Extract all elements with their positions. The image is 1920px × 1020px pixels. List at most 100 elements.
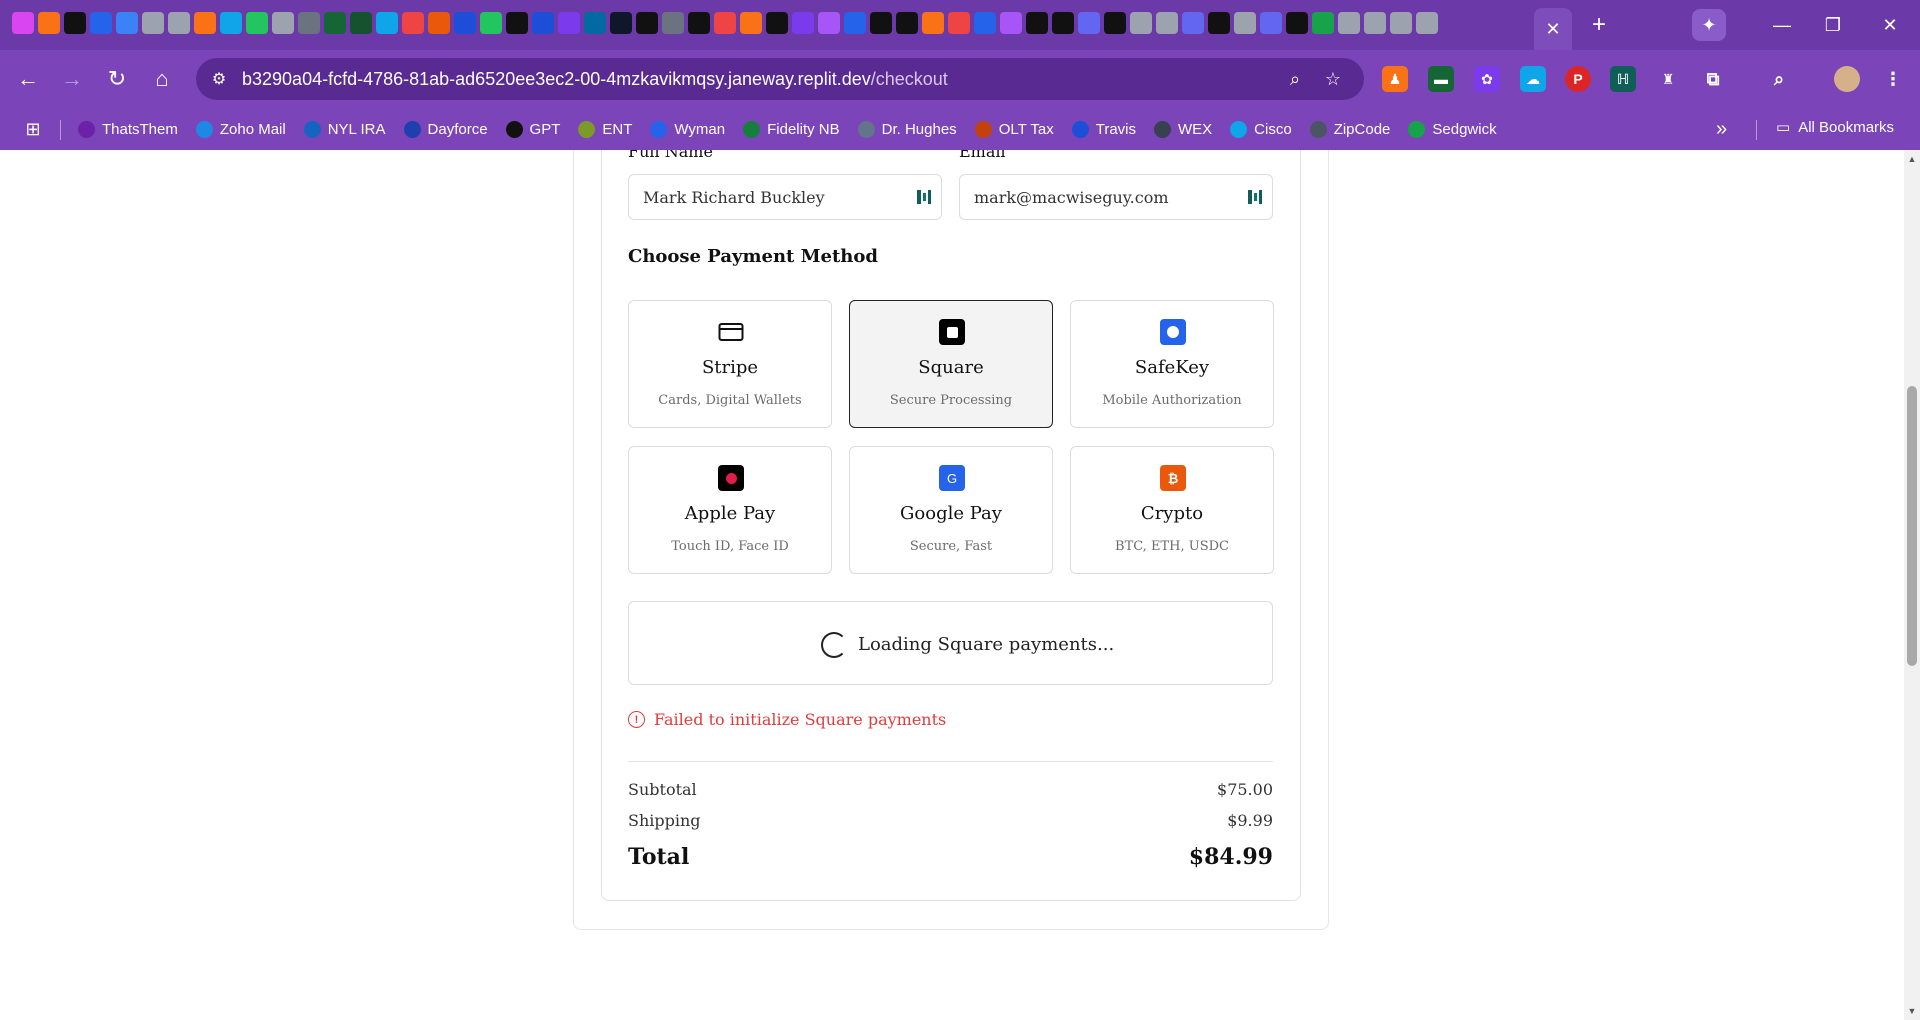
tab-favicon-icon[interactable] <box>662 12 684 34</box>
bookmark-item[interactable]: Travis <box>1071 120 1136 138</box>
bookmark-item[interactable]: GPT <box>505 120 560 138</box>
apps-grid-icon[interactable]: ⊞ <box>22 118 44 140</box>
payment-option-stripe[interactable]: Stripe Cards, Digital Wallets <box>628 300 832 428</box>
bookmark-item[interactable]: Zoho Mail <box>195 120 286 138</box>
tab-favicon-icon[interactable] <box>1052 12 1074 34</box>
tab-favicon-icon[interactable] <box>272 12 294 34</box>
password-manager-icon[interactable] <box>915 188 933 206</box>
tab-favicon-icon[interactable] <box>688 12 710 34</box>
bookmark-item[interactable]: Wyman <box>650 120 725 138</box>
payment-option-apple-pay[interactable]: Apple Pay Touch ID, Face ID <box>628 446 832 574</box>
payment-option-google-pay[interactable]: G Google Pay Secure, Fast <box>849 446 1053 574</box>
full-name-field[interactable]: Mark Richard Buckley <box>628 174 942 220</box>
bookmark-star-icon[interactable]: ☆ <box>1320 67 1346 91</box>
site-info-icon[interactable]: ⚙ <box>206 67 232 91</box>
gemini-icon[interactable]: ✦ <box>1692 9 1726 41</box>
tab-favicon-icon[interactable] <box>38 12 60 34</box>
restore-button[interactable]: ❐ <box>1813 10 1853 40</box>
extension-icon[interactable]: ♜ <box>1655 66 1681 92</box>
tab-favicon-icon[interactable] <box>454 12 476 34</box>
bookmark-item[interactable]: WEX <box>1154 120 1212 138</box>
tab-favicon-icon[interactable] <box>12 12 34 34</box>
tab-favicon-icon[interactable] <box>428 12 450 34</box>
tab-search-icon[interactable]: ⌕ <box>1766 66 1792 92</box>
url-text[interactable]: b3290a04-fcfd-4786-81ab-ad6520ee3ec2-00-… <box>242 69 948 90</box>
active-tab-close-icon[interactable]: ✕ <box>1534 8 1572 50</box>
tab-favicon-icon[interactable] <box>1104 12 1126 34</box>
scrollbar-thumb[interactable] <box>1907 386 1917 666</box>
payment-option-crypto[interactable]: ₿ Crypto BTC, ETH, USDC <box>1070 446 1274 574</box>
tab-favicon-icon[interactable] <box>142 12 164 34</box>
bookmark-item[interactable]: Cisco <box>1230 120 1292 138</box>
bookmark-item[interactable]: Sedgwick <box>1408 120 1497 138</box>
tab-favicon-icon[interactable] <box>558 12 580 34</box>
bookmark-item[interactable]: Dr. Hughes <box>857 120 957 138</box>
home-icon[interactable]: ⌂ <box>146 63 178 95</box>
tab-favicon-icon[interactable] <box>1182 12 1204 34</box>
bookmark-item[interactable]: Dayforce <box>403 120 488 138</box>
tab-favicon-icon[interactable] <box>610 12 632 34</box>
tab-favicon-icon[interactable] <box>714 12 736 34</box>
menu-kebab-icon[interactable]: ⋮ <box>1880 66 1906 92</box>
bookmark-item[interactable]: OLT Tax <box>974 120 1054 138</box>
scroll-down-arrow-icon[interactable]: ▼ <box>1907 1006 1917 1016</box>
tab-favicon-icon[interactable] <box>90 12 112 34</box>
tab-favicon-icon[interactable] <box>870 12 892 34</box>
close-window-button[interactable]: ✕ <box>1870 10 1910 40</box>
minimize-button[interactable]: — <box>1762 10 1802 40</box>
profile-avatar[interactable] <box>1834 66 1860 92</box>
tab-favicon-icon[interactable] <box>532 12 554 34</box>
tab-favicon-icon[interactable] <box>766 12 788 34</box>
tab-favicon-icon[interactable] <box>194 12 216 34</box>
tab-favicon-icon[interactable] <box>740 12 762 34</box>
tab-favicon-icon[interactable] <box>298 12 320 34</box>
tab-favicon-icon[interactable] <box>1130 12 1152 34</box>
password-manager-icon[interactable] <box>1246 188 1264 206</box>
tab-favicon-icon[interactable] <box>402 12 424 34</box>
extension-icon[interactable]: ▬ <box>1428 66 1454 92</box>
tab-favicon-icon[interactable] <box>350 12 372 34</box>
tab-favicon-icon[interactable] <box>844 12 866 34</box>
all-bookmarks-button[interactable]: ▭ All Bookmarks <box>1776 118 1894 137</box>
tab-favicon-icon[interactable] <box>1338 12 1360 34</box>
tab-favicon-icon[interactable] <box>1312 12 1334 34</box>
email-field[interactable]: mark@macwiseguy.com <box>959 174 1273 220</box>
new-tab-button[interactable]: + <box>1584 10 1614 40</box>
address-bar[interactable]: ⚙ b3290a04-fcfd-4786-81ab-ad6520ee3ec2-0… <box>196 58 1364 100</box>
tab-favicon-icon[interactable] <box>246 12 268 34</box>
bookmark-item[interactable]: Fidelity NB <box>743 120 840 138</box>
more-bookmarks-icon[interactable]: » <box>1716 118 1727 141</box>
tab-favicon-icon[interactable] <box>506 12 528 34</box>
tab-favicon-icon[interactable] <box>220 12 242 34</box>
bookmark-item[interactable]: NYL IRA <box>303 120 386 138</box>
tab-favicon-icon[interactable] <box>896 12 918 34</box>
tab-favicon-icon[interactable] <box>974 12 996 34</box>
zoom-icon[interactable]: ⌕ <box>1282 67 1308 91</box>
payment-option-safekey[interactable]: SafeKey Mobile Authorization <box>1070 300 1274 428</box>
tab-favicon-icon[interactable] <box>376 12 398 34</box>
tab-favicon-icon[interactable] <box>1260 12 1282 34</box>
tab-favicon-icon[interactable] <box>792 12 814 34</box>
page-scrollbar[interactable]: ▲ ▼ <box>1904 150 1920 1020</box>
tab-favicon-icon[interactable] <box>948 12 970 34</box>
tab-favicon-icon[interactable] <box>64 12 86 34</box>
tab-favicon-icon[interactable] <box>1364 12 1386 34</box>
tab-favicon-icon[interactable] <box>1156 12 1178 34</box>
tab-favicon-icon[interactable] <box>1026 12 1048 34</box>
pinterest-icon[interactable]: P <box>1565 66 1591 92</box>
icloud-icon[interactable]: ☁ <box>1520 66 1546 92</box>
extensions-puzzle-icon[interactable]: ⧉ <box>1700 66 1726 92</box>
tab-favicon-icon[interactable] <box>324 12 346 34</box>
tab-favicon-icon[interactable] <box>584 12 606 34</box>
bookmark-item[interactable]: ThatsThem <box>78 120 178 138</box>
tab-favicon-icon[interactable] <box>636 12 658 34</box>
tab-favicon-icon[interactable] <box>1416 12 1438 34</box>
forward-arrow-icon[interactable]: → <box>56 63 88 95</box>
tab-favicon-icon[interactable] <box>168 12 190 34</box>
tab-favicon-icon[interactable] <box>1208 12 1230 34</box>
tab-favicon-icon[interactable] <box>1390 12 1412 34</box>
tab-favicon-icon[interactable] <box>1234 12 1256 34</box>
tab-favicon-icon[interactable] <box>1078 12 1100 34</box>
extension-icon[interactable]: ℍ <box>1610 66 1636 92</box>
bookmark-item[interactable]: ENT <box>578 120 632 138</box>
